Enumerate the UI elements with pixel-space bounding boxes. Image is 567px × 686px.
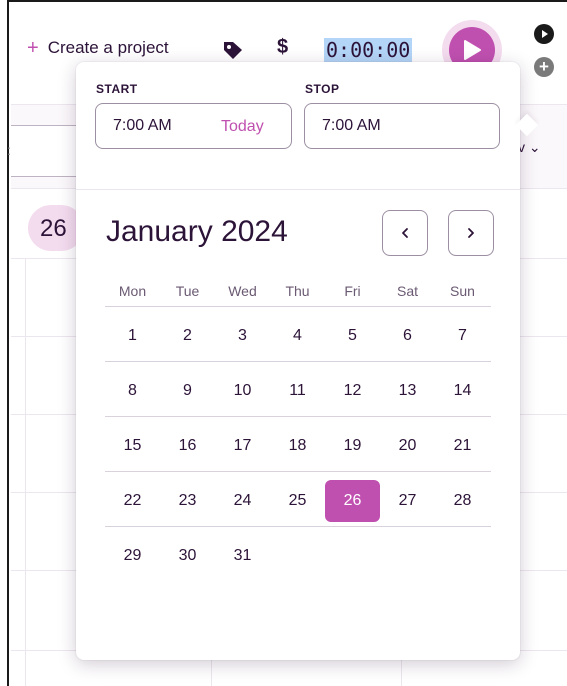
start-label: START xyxy=(96,82,138,96)
calendar-day[interactable]: 7 xyxy=(435,315,490,357)
create-project-button[interactable]: + Create a project xyxy=(27,38,169,58)
calendar-day[interactable]: 13 xyxy=(380,370,435,412)
calendar-day[interactable]: 17 xyxy=(215,425,270,467)
time-picker-popover: START STOP 7:00 AM Today 7:00 AM January… xyxy=(76,62,539,660)
tag-icon[interactable] xyxy=(222,40,244,60)
selected-day[interactable]: 26 xyxy=(325,480,380,522)
plus-icon: + xyxy=(27,37,39,59)
calendar-day[interactable]: 3 xyxy=(215,315,270,357)
calendar-day[interactable]: 19 xyxy=(325,425,380,467)
calendar-day[interactable]: 31 xyxy=(215,535,270,577)
stop-time-field[interactable]: 7:00 AM xyxy=(304,103,500,149)
calendar-day[interactable]: 20 xyxy=(380,425,435,467)
week-divider xyxy=(105,526,491,527)
calendar-day[interactable]: 11 xyxy=(270,370,325,412)
calendar-day[interactable]: 12 xyxy=(325,370,380,412)
calendar-day[interactable]: 1 xyxy=(105,315,160,357)
week-divider xyxy=(105,361,491,362)
input-fragment: : xyxy=(7,142,11,158)
calendar-day[interactable]: 10 xyxy=(215,370,270,412)
weekday-tue: Tue xyxy=(175,283,200,299)
calendar-day[interactable]: 14 xyxy=(435,370,490,412)
calendar-day[interactable]: 30 xyxy=(160,535,215,577)
weekday-sat: Sat xyxy=(396,283,418,299)
chevron-left-icon xyxy=(402,228,408,238)
current-date-label: 26 xyxy=(40,215,67,242)
calendar-day[interactable]: 15 xyxy=(105,425,160,467)
mode-manual-icon[interactable]: + xyxy=(534,57,554,77)
grid-line xyxy=(25,258,26,686)
timer-display[interactable]: 0:00:00 xyxy=(324,38,413,62)
calendar-day[interactable]: 16 xyxy=(160,425,215,467)
mode-timer-icon[interactable] xyxy=(534,24,554,44)
calendar-day[interactable]: 9 xyxy=(160,370,215,412)
play-icon xyxy=(464,40,481,60)
next-month-button[interactable] xyxy=(448,210,494,256)
prev-month-button[interactable] xyxy=(382,210,428,256)
create-project-label: Create a project xyxy=(47,38,169,57)
weekday-mon: Mon xyxy=(118,283,147,299)
calendar-day[interactable]: 6 xyxy=(380,315,435,357)
weekday-wed: Wed xyxy=(228,283,257,299)
window-border-left xyxy=(0,0,9,686)
billable-dollar-icon[interactable]: $ xyxy=(277,36,288,59)
today-link[interactable]: Today xyxy=(221,118,264,136)
calendar-day[interactable]: 29 xyxy=(105,535,160,577)
calendar-day[interactable]: 28 xyxy=(435,480,490,522)
start-time-field[interactable]: 7:00 AM Today xyxy=(95,103,292,149)
calendar-day[interactable]: 8 xyxy=(105,370,160,412)
week-divider xyxy=(105,471,491,472)
week-divider xyxy=(105,416,491,417)
calendar-day[interactable]: 21 xyxy=(435,425,490,467)
calendar-day[interactable]: 5 xyxy=(325,315,380,357)
calendar-day[interactable]: 25 xyxy=(270,480,325,522)
calendar-day[interactable]: 18 xyxy=(270,425,325,467)
calendar-day[interactable]: 2 xyxy=(160,315,215,357)
month-title: January 2024 xyxy=(106,215,288,248)
play-icon xyxy=(542,30,548,38)
weekday-thu: Thu xyxy=(285,283,310,299)
stop-time-value: 7:00 AM xyxy=(322,117,381,134)
calendar-day[interactable]: 22 xyxy=(105,480,160,522)
week-divider xyxy=(105,306,491,307)
weekday-fri: Fri xyxy=(344,283,361,299)
calendar-day[interactable]: 4 xyxy=(270,315,325,357)
divider xyxy=(76,189,520,190)
calendar-day[interactable]: 27 xyxy=(380,480,435,522)
calendar-day[interactable]: 23 xyxy=(160,480,215,522)
view-dropdown[interactable]: v ⌄ xyxy=(518,139,541,156)
chevron-right-icon xyxy=(468,228,474,238)
weekday-sun: Sun xyxy=(450,283,475,299)
calendar-day[interactable]: 24 xyxy=(215,480,270,522)
stop-label: STOP xyxy=(305,82,340,96)
start-time-value: 7:00 AM xyxy=(113,117,172,134)
